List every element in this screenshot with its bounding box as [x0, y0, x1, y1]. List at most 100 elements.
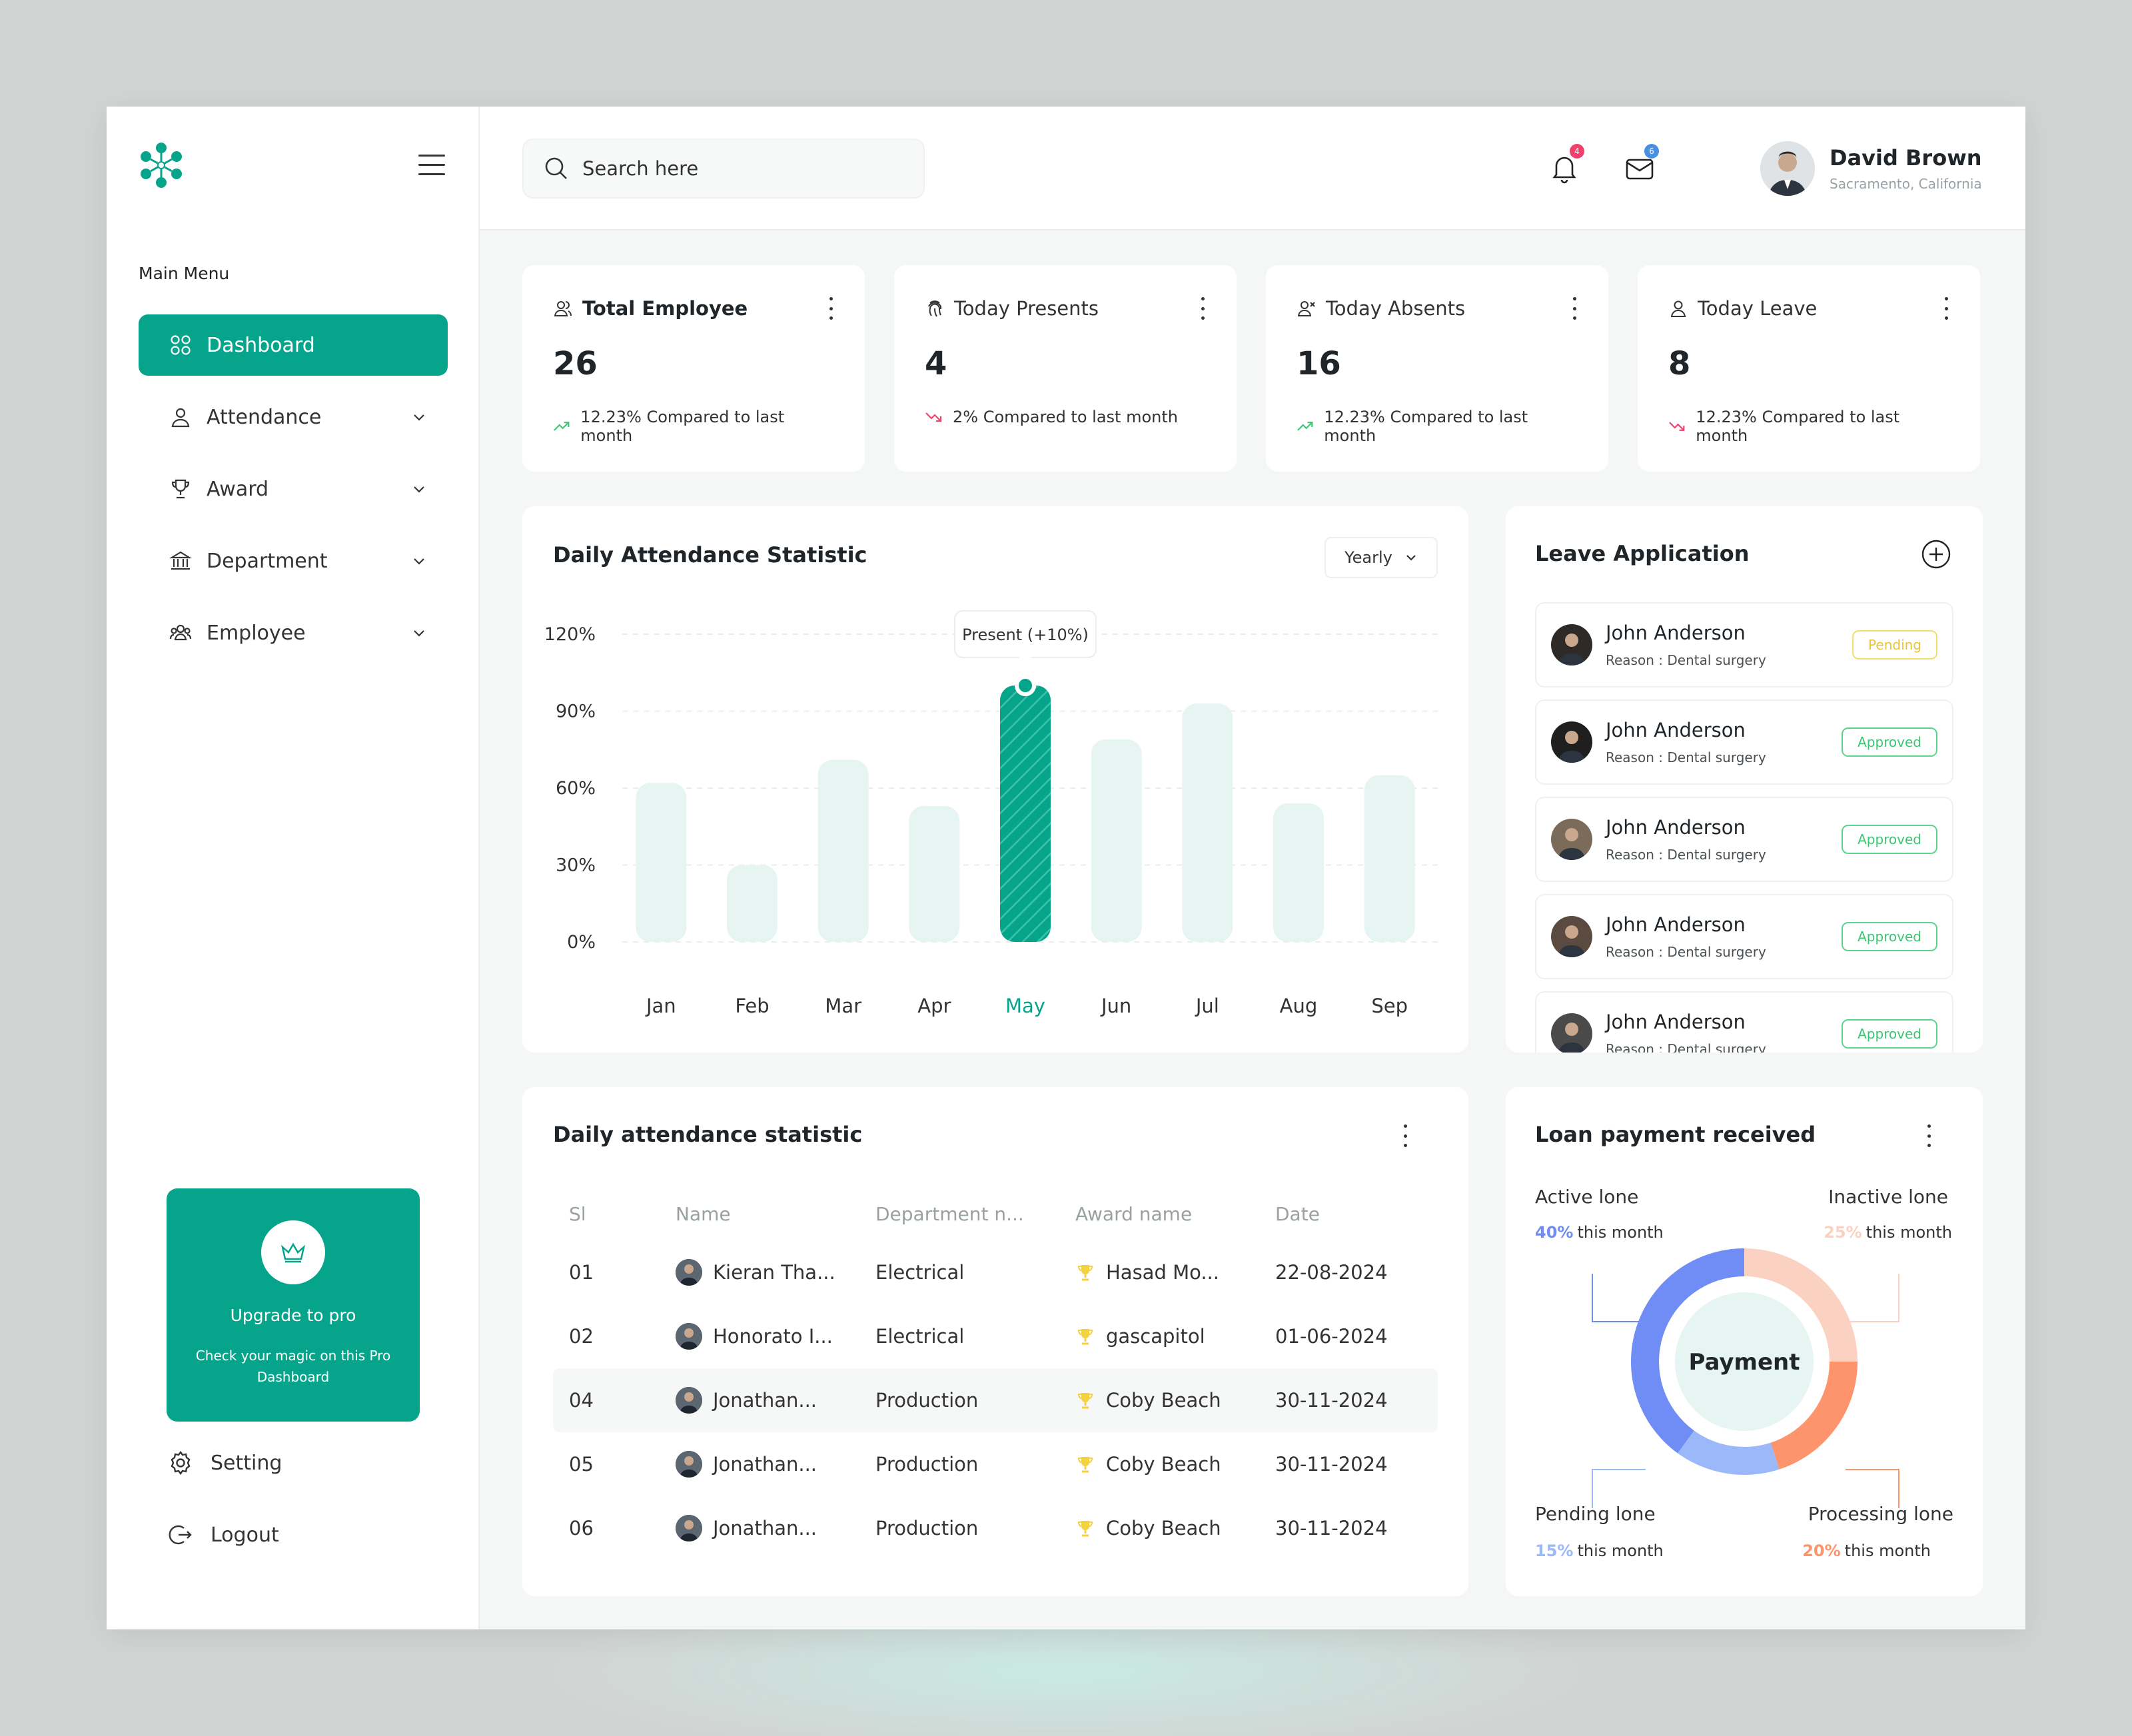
- cell-department: Production: [875, 1389, 979, 1412]
- donut-segment-pending-lone[interactable]: [1678, 1430, 1780, 1475]
- x-tick-label: Jan: [645, 995, 676, 1017]
- col-header-name[interactable]: Name: [676, 1203, 875, 1225]
- avatar: [676, 1451, 702, 1478]
- bar-jun[interactable]: [1091, 739, 1142, 942]
- cell-name: Honorato I...: [676, 1323, 875, 1350]
- table-row[interactable]: 01 Kieran Tha... Electrical Hasad Mo... 22-0…: [553, 1240, 1438, 1304]
- leave-reason: Reason : Dental surgery: [1606, 749, 1842, 765]
- stat-card-today-absents: Today Absents 16 12.23% Compared to last…: [1266, 265, 1608, 472]
- table-row[interactable]: 06 Jonathan... Production Coby Beach 30-11-2…: [553, 1496, 1438, 1560]
- stat-change: 12.23% Compared to last month: [1696, 408, 1900, 445]
- sidebar-item-department[interactable]: Department: [139, 530, 448, 592]
- bar-aug[interactable]: [1273, 803, 1324, 942]
- leave-item[interactable]: John Anderson Reason : Dental surgery Appr…: [1535, 991, 1953, 1053]
- setting-link[interactable]: Setting: [168, 1443, 282, 1483]
- leave-reason-value: Dental surgery: [1667, 944, 1766, 960]
- sidebar-item-employee[interactable]: Employee: [139, 602, 448, 663]
- avatar: [1551, 624, 1592, 665]
- table-title: Daily attendance statistic: [553, 1122, 863, 1147]
- connector-active: [1592, 1274, 1646, 1322]
- table-row[interactable]: 04 Jonathan... Production Coby Beach 30-11-2…: [553, 1368, 1438, 1432]
- more-options-icon[interactable]: [1199, 297, 1206, 320]
- sidebar-item-label: Dashboard: [207, 333, 315, 357]
- bar-jul[interactable]: [1182, 703, 1233, 942]
- more-options-icon[interactable]: [1943, 297, 1949, 320]
- avatar: [1551, 1013, 1592, 1053]
- person-avatar-icon: [676, 1259, 702, 1286]
- sidebar-item-attendance[interactable]: Attendance: [139, 386, 448, 448]
- table-row[interactable]: 05 Jonathan... Production Coby Beach 30-11-2…: [553, 1432, 1438, 1496]
- notification-button[interactable]: 4: [1543, 144, 1586, 189]
- sidebar-item-award[interactable]: Award: [139, 458, 448, 520]
- more-options-icon[interactable]: [1402, 1124, 1408, 1147]
- leave-item[interactable]: John Anderson Reason : Dental surgery Appr…: [1535, 797, 1953, 882]
- leave-name: John Anderson: [1606, 816, 1746, 839]
- bar-mar[interactable]: [817, 759, 869, 942]
- more-options-icon[interactable]: [827, 297, 834, 320]
- cell-department: Electrical: [875, 1325, 965, 1348]
- search-box[interactable]: [522, 139, 925, 199]
- cell-award-text: Coby Beach: [1106, 1517, 1221, 1539]
- gear-icon: [171, 1451, 191, 1475]
- col-header-department[interactable]: Department n...: [875, 1203, 1075, 1225]
- loan-suffix: this month: [1866, 1223, 1952, 1242]
- search-input[interactable]: [582, 157, 902, 180]
- leave-item[interactable]: John Anderson Reason : Dental surgery Appr…: [1535, 894, 1953, 979]
- add-circle-icon[interactable]: [1920, 538, 1952, 570]
- bottom-nav: Setting Logout: [168, 1443, 282, 1587]
- logout-link[interactable]: Logout: [168, 1515, 282, 1555]
- cell-sl: 01: [569, 1261, 594, 1284]
- fingerprint-icon: [928, 300, 941, 317]
- cell-date: 30-11-2024: [1275, 1517, 1388, 1539]
- cell-name-text: Honorato I...: [713, 1325, 833, 1348]
- logo-icon[interactable]: [137, 141, 185, 189]
- avatar: [1551, 721, 1592, 763]
- cell-name-text: Kieran Tha...: [713, 1261, 835, 1284]
- period-select[interactable]: Yearly: [1325, 537, 1438, 578]
- user-profile[interactable]: David Brown Sacramento, California: [1760, 141, 1982, 196]
- table-row[interactable]: 02 Honorato I... Electrical gascapitol 01-06…: [553, 1304, 1438, 1368]
- sidebar-item-dashboard[interactable]: Dashboard: [139, 314, 448, 376]
- cell-award-text: Coby Beach: [1106, 1453, 1221, 1476]
- cell-award: Coby Beach: [1075, 1453, 1275, 1476]
- trend-down-icon: [1669, 422, 1685, 431]
- chart-tooltip: Present (+10%): [954, 610, 1097, 696]
- tooltip-text: Present (+10%): [962, 626, 1089, 644]
- loan-label-processing: Processing lone: [1808, 1503, 1953, 1525]
- upgrade-card[interactable]: Upgrade to pro Check your magic on this …: [167, 1188, 420, 1422]
- user-x-icon: [1297, 301, 1315, 316]
- main-menu-label: Main Menu: [139, 264, 230, 283]
- stat-value: 16: [1297, 345, 1341, 382]
- col-header-date[interactable]: Date: [1275, 1203, 1438, 1225]
- messages-button[interactable]: 6: [1618, 144, 1660, 189]
- person-avatar-icon: [1558, 634, 1586, 665]
- building-icon: [169, 551, 192, 570]
- cell-date: 22-08-2024: [1275, 1261, 1388, 1284]
- cell-name: Jonathan...: [676, 1515, 875, 1541]
- stat-value: 26: [553, 345, 598, 382]
- stat-change: 2% Compared to last month: [953, 408, 1178, 426]
- avatar: [1760, 141, 1815, 196]
- user-location: Sacramento, California: [1830, 176, 1982, 192]
- y-tick-label: 0%: [567, 932, 596, 953]
- dashboard-icon: [171, 335, 191, 355]
- messages-badge: 6: [1644, 144, 1659, 159]
- more-options-icon[interactable]: [1571, 297, 1578, 320]
- bar-may[interactable]: [1000, 685, 1051, 942]
- cell-award: Coby Beach: [1075, 1517, 1275, 1539]
- person-avatar-icon: [676, 1515, 702, 1541]
- col-header-sl[interactable]: Sl: [553, 1203, 676, 1225]
- bar-apr[interactable]: [909, 805, 960, 942]
- tooltip-pointer: [1019, 657, 1032, 665]
- attendance-table: Sl Name Department n... Award name Date …: [553, 1187, 1438, 1560]
- leave-name: John Anderson: [1606, 913, 1746, 936]
- leave-item[interactable]: John Anderson Reason : Dental surgery Pend…: [1535, 602, 1953, 687]
- col-header-award[interactable]: Award name: [1075, 1203, 1275, 1225]
- cell-date: 30-11-2024: [1275, 1453, 1388, 1476]
- leave-item[interactable]: John Anderson Reason : Dental surgery Appr…: [1535, 699, 1953, 785]
- bar-feb[interactable]: [727, 865, 778, 943]
- hamburger-menu-icon[interactable]: [418, 155, 445, 176]
- bar-sep[interactable]: [1364, 775, 1415, 942]
- loan-percent-pending: 15%: [1535, 1541, 1574, 1560]
- bar-jan[interactable]: [636, 783, 687, 942]
